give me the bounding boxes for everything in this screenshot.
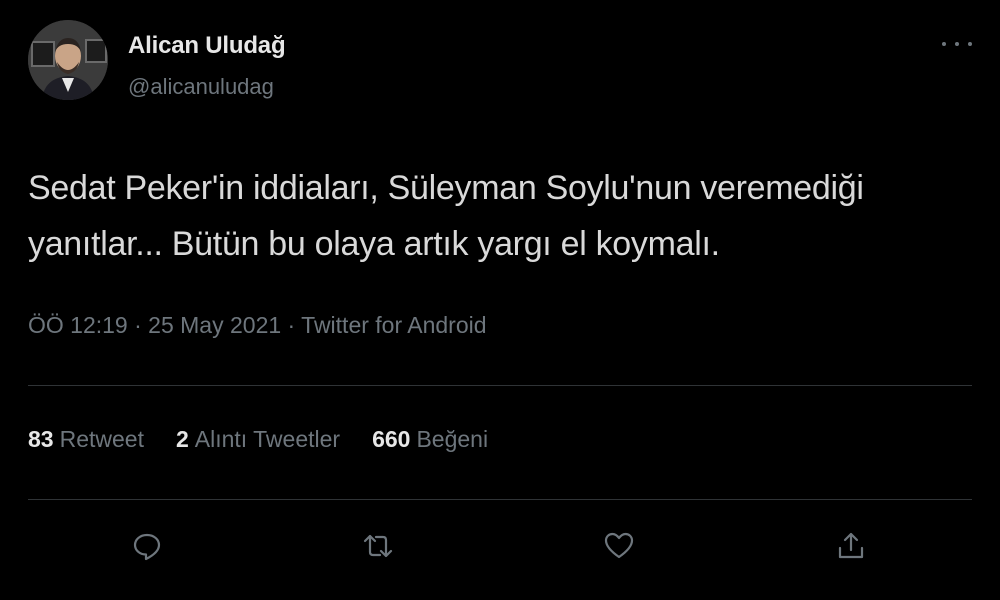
divider [28,499,972,500]
tweet-text-line: Sedat Peker'in iddiaları, Süleyman Soylu… [28,169,864,207]
like-count-stat[interactable]: 660 Beğeni [372,426,488,453]
more-options-button[interactable] [942,34,972,54]
retweet-button[interactable] [362,530,394,562]
heart-icon [604,532,634,559]
tweet-timestamp[interactable]: ÖÖ 12:19 · 25 May 2021 · Twitter for And… [28,312,487,339]
more-dot-icon [968,42,972,46]
like-button[interactable] [603,530,635,562]
tweet-text-line: yanıtlar... Bütün bu olaya artık yargı e… [28,225,720,263]
author-handle[interactable]: @alicanuludag [128,74,274,100]
reply-button[interactable] [131,530,163,562]
more-dot-icon [955,42,959,46]
like-count: 660 [372,426,411,452]
reply-icon [133,533,161,561]
tweet-stats: 83 Retweet 2 Alıntı Tweetler 660 Beğeni [28,426,520,453]
share-icon [838,532,864,559]
retweet-label: Retweet [59,426,144,452]
retweet-count: 83 [28,426,54,452]
quote-count-stat[interactable]: 2 Alıntı Tweetler [176,426,340,453]
like-label: Beğeni [416,426,489,452]
tweet-text: Sedat Peker'in iddiaları, Süleyman Soylu… [28,160,978,272]
quote-label: Alıntı Tweetler [194,426,341,452]
retweet-icon [363,534,393,558]
avatar[interactable] [28,20,108,100]
retweet-count-stat[interactable]: 83 Retweet [28,426,144,453]
more-dot-icon [942,42,946,46]
share-button[interactable] [835,530,867,562]
divider [28,385,972,386]
quote-count: 2 [175,426,189,452]
author-display-name[interactable]: Alican Uludağ [128,32,286,60]
